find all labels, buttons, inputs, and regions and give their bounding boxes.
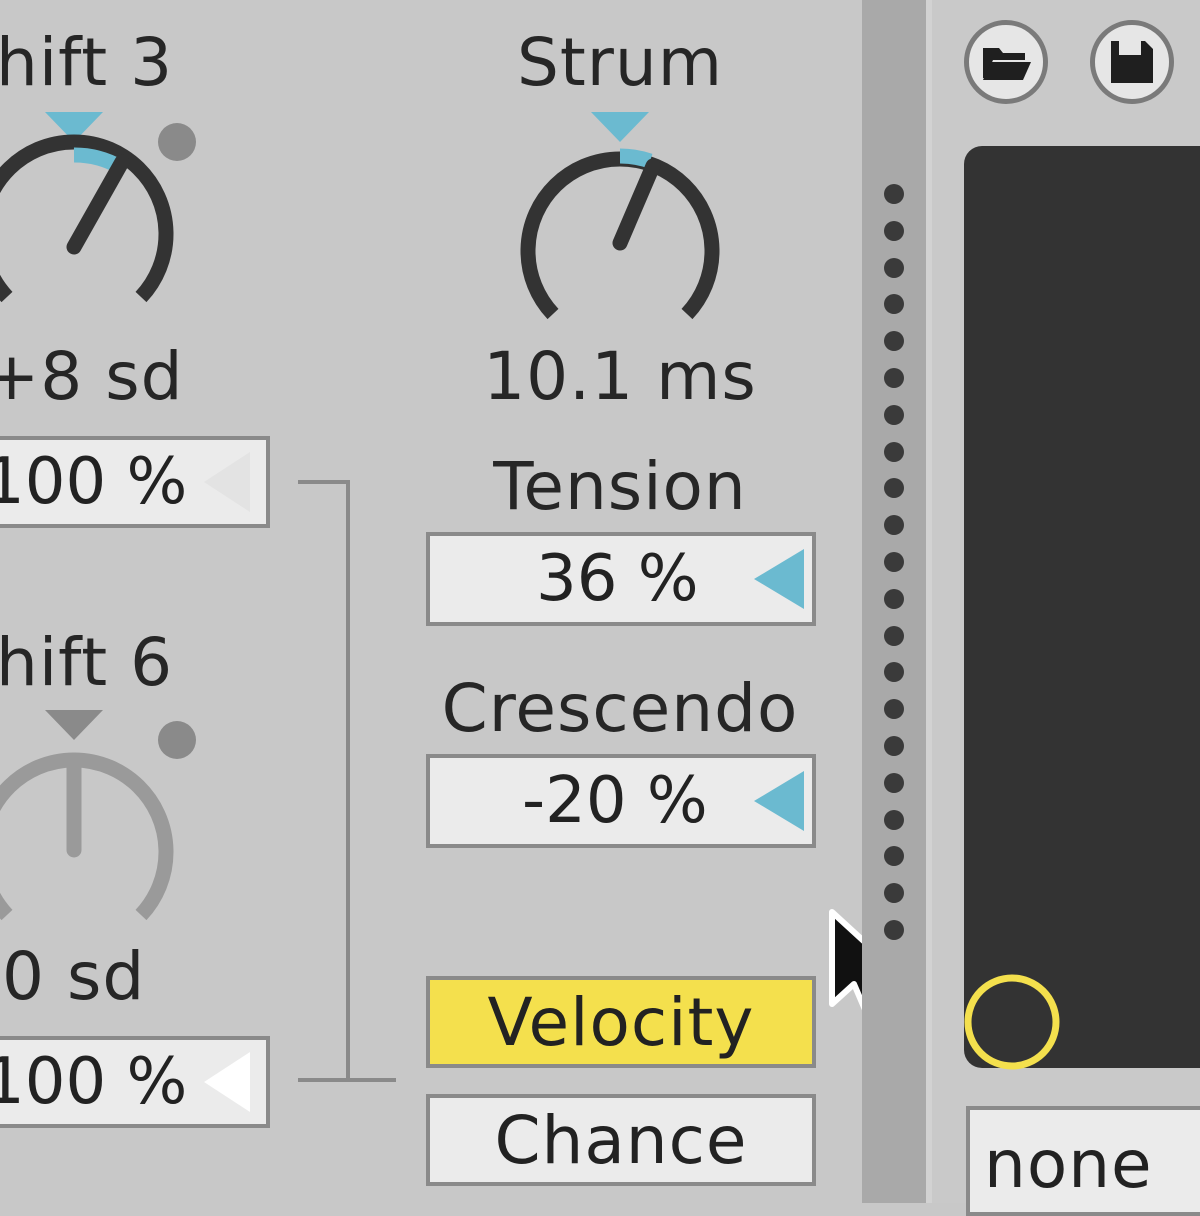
shift6-percent-box[interactable]: 100 % — [0, 1036, 270, 1128]
floppy-disk-icon — [1111, 41, 1153, 83]
shift6-knob[interactable] — [0, 700, 200, 940]
shift3-value: +8 sd — [0, 338, 184, 415]
shift6-knob-pointer — [45, 710, 103, 740]
strum-value: 10.1 ms — [483, 338, 757, 415]
mapping-dropdown[interactable]: none — [966, 1106, 1200, 1216]
shift3-indicator-dot — [158, 123, 196, 161]
grip-dot — [884, 220, 904, 241]
grip-dot — [884, 257, 904, 278]
grip-dot — [884, 404, 904, 425]
shift6-percent-text: 100 % — [0, 1045, 188, 1119]
xy-pad-handle[interactable] — [962, 972, 1062, 1072]
shift3-percent-triangle — [204, 452, 250, 512]
grip-dot — [884, 588, 904, 609]
shift6-percent-triangle — [204, 1052, 250, 1112]
crescendo-value: -20 % — [522, 764, 708, 838]
shift3-knob[interactable] — [0, 100, 200, 340]
xy-pad[interactable] — [964, 146, 1200, 1068]
tension-triangle — [754, 549, 804, 609]
grip-dot — [884, 920, 904, 940]
strum-knob-pointer — [591, 112, 649, 142]
strum-knob-needle — [612, 158, 661, 251]
shift6-indicator-dot — [158, 721, 196, 759]
tension-label: Tension — [493, 448, 747, 525]
grip-dot — [884, 441, 904, 462]
folder-icon — [983, 48, 1031, 80]
strum-knob[interactable] — [500, 100, 740, 340]
crescendo-label: Crescendo — [441, 670, 799, 747]
strum-knob-arc-value — [619, 148, 653, 169]
shift3-label: hift 3 — [0, 24, 174, 101]
grip-dot — [884, 184, 904, 204]
grip-dot — [884, 552, 904, 572]
shift3-percent-box[interactable]: 100 % — [0, 436, 270, 528]
shift6-value: 0 sd — [2, 938, 146, 1015]
grip-dot — [884, 368, 904, 388]
velocity-button[interactable]: Velocity — [426, 976, 816, 1068]
tension-value: 36 % — [536, 542, 699, 616]
shift3-percent-text: 100 % — [0, 445, 188, 519]
open-preset-button[interactable] — [964, 20, 1048, 104]
connector-bracket — [298, 480, 396, 1082]
grip-dot — [884, 809, 904, 830]
crescendo-box[interactable]: -20 % — [426, 754, 816, 848]
save-preset-button[interactable] — [1090, 20, 1174, 104]
crescendo-triangle — [754, 771, 804, 831]
shift3-knob-needle — [66, 154, 130, 255]
mapping-dropdown-value: none — [984, 1126, 1153, 1203]
grip-dot — [884, 625, 904, 646]
grip-dot — [884, 736, 904, 756]
chance-button[interactable]: Chance — [426, 1094, 816, 1186]
strum-label: Strum — [516, 24, 724, 101]
grip-dot — [884, 772, 904, 793]
shift6-label: hift 6 — [0, 624, 174, 701]
shift6-knob-arc — [0, 752, 174, 921]
tension-box[interactable]: 36 % — [426, 532, 816, 626]
